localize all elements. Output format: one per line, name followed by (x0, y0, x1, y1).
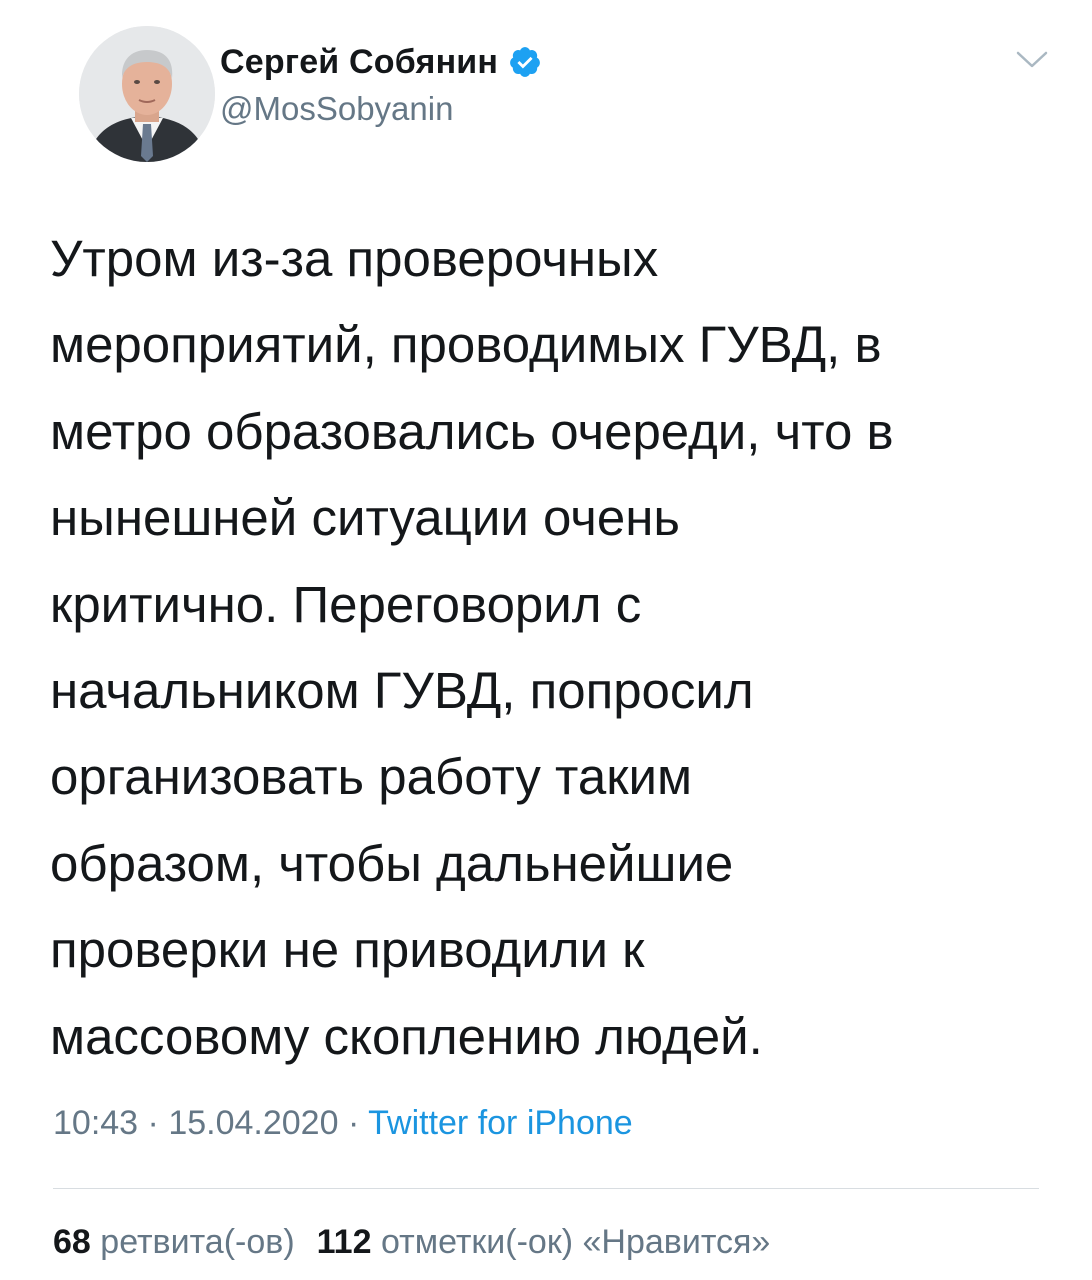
meta-separator: · (147, 1104, 159, 1142)
divider (53, 1188, 1039, 1189)
author-names: Сергей Собянин @MosSobyanin (220, 40, 542, 128)
meta-separator: · (347, 1104, 360, 1142)
avatar-photo (79, 26, 215, 162)
chevron-down-icon[interactable] (1014, 48, 1050, 72)
likes-count: 112 (316, 1223, 372, 1261)
author-display-name[interactable]: Сергей Собянин (220, 43, 498, 82)
verified-badge-icon (508, 45, 542, 79)
tweet-header: Сергей Собянин @MosSobyanin (50, 22, 1050, 162)
retweets-label: ретвита(-ов) (100, 1223, 295, 1261)
tweet-card: Сергей Собянин @MosSobyanin Утром из-за … (0, 0, 1092, 1280)
display-name-row: Сергей Собянин (220, 40, 542, 84)
tweet-meta: 10:43 · 15.04.2020 · Twitter for iPhone (53, 1104, 633, 1143)
tweet-stats: 68 ретвита(-ов) 112 отметки(-ок) «Нравитс… (53, 1223, 770, 1262)
tweet-text: Утром из-за проверочных мероприятий, про… (50, 230, 894, 1065)
likes-label: отметки(-ок) «Нравится» (380, 1223, 771, 1261)
avatar[interactable] (79, 26, 215, 162)
tweet-time[interactable]: 10:43 (53, 1104, 138, 1142)
tweet-date[interactable]: 15.04.2020 (168, 1104, 338, 1142)
likes-stat[interactable]: 112 отметки(-ок) «Нравится» (317, 1223, 771, 1261)
retweets-count: 68 (53, 1223, 91, 1261)
retweets-stat[interactable]: 68 ретвита(-ов) (53, 1223, 295, 1261)
tweet-source-link[interactable]: Twitter for iPhone (368, 1104, 633, 1142)
author-handle[interactable]: @MosSobyanin (220, 90, 542, 128)
